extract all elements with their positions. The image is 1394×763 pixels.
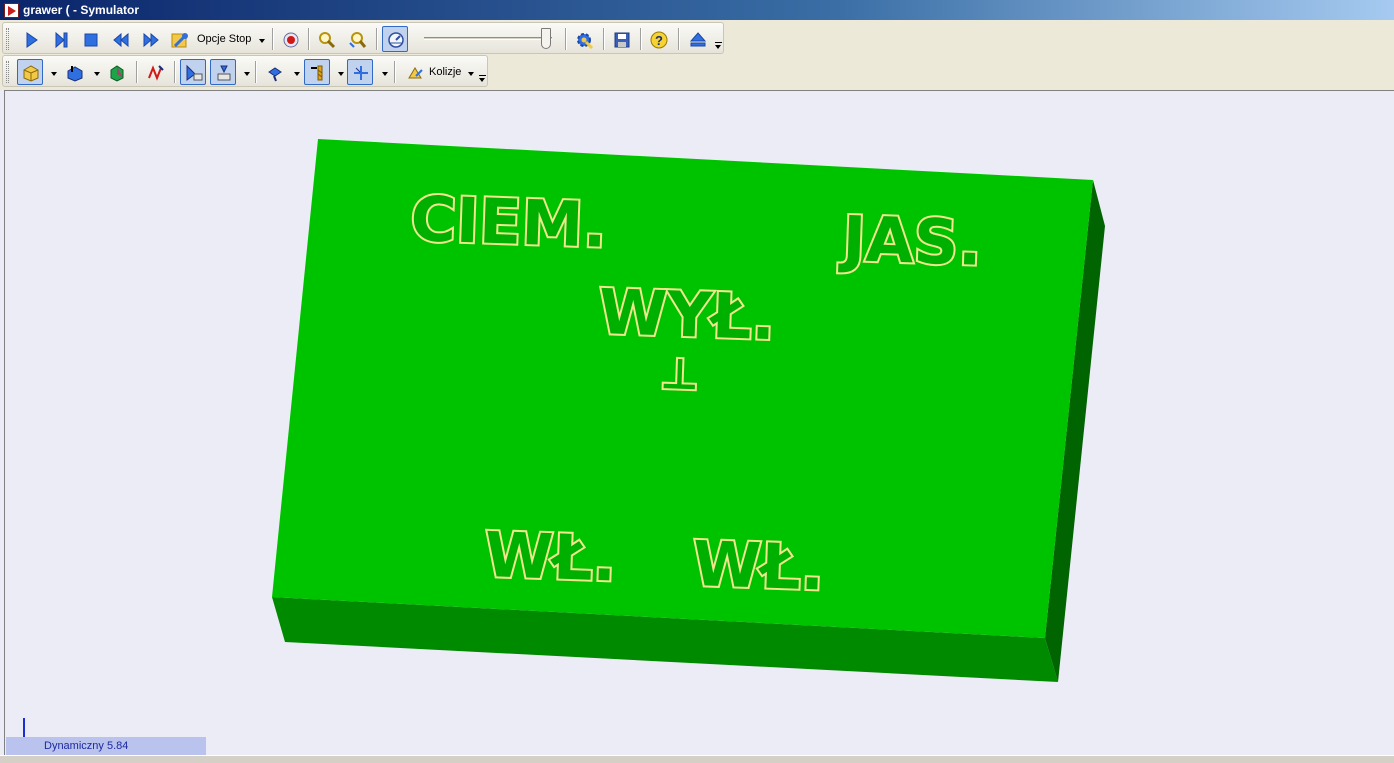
engraving-wl-right: WŁ. xyxy=(691,527,825,605)
workpiece-scene: CIEM. JAS. WYŁ. ⊥ WŁ. WŁ. xyxy=(272,139,1105,682)
engraving-wyl: WYŁ. xyxy=(597,275,776,354)
status-bar xyxy=(0,755,1394,763)
engraving-ciem: CIEM. xyxy=(409,182,608,262)
simulation-mode-status: Dynamiczny 5.84 xyxy=(6,737,206,755)
engraving-symbol: ⊥ xyxy=(660,349,700,399)
engraving-jas: JAS. xyxy=(837,202,983,280)
engraving-wl-left: WŁ. xyxy=(483,518,617,596)
